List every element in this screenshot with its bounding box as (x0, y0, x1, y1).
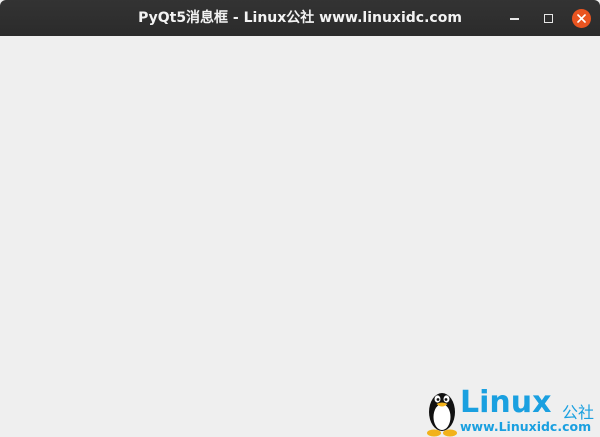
app-window: PyQt5消息框 - Linux公社 www.linuxidc.com Linu… (0, 0, 600, 437)
watermark-url: www.Linuxidc.com (460, 419, 592, 434)
tux-penguin-icon (427, 393, 457, 437)
close-button[interactable] (571, 8, 591, 28)
linuxidc-watermark: Linux 公社 www.Linuxidc.com (424, 386, 600, 437)
maximize-icon (543, 13, 553, 23)
maximize-button[interactable] (538, 8, 558, 28)
close-icon (571, 8, 591, 28)
window-content-area (0, 36, 600, 437)
minimize-icon (509, 18, 519, 20)
title-bar[interactable]: PyQt5消息框 - Linux公社 www.linuxidc.com (0, 0, 600, 36)
minimize-button[interactable] (504, 8, 524, 28)
watermark-logo-text: Linux (460, 385, 552, 420)
